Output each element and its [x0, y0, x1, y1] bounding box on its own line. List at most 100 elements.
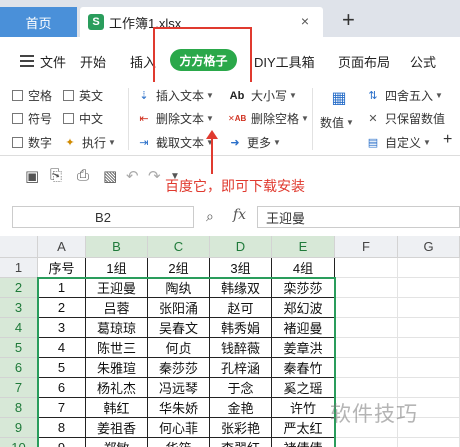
- table-cell[interactable]: 8: [38, 418, 86, 438]
- header-cell[interactable]: [398, 258, 460, 278]
- table-cell[interactable]: 葛琼琼: [86, 318, 148, 338]
- table-cell[interactable]: 严太红: [272, 418, 335, 438]
- table-cell[interactable]: 姜章洪: [272, 338, 335, 358]
- more-button[interactable]: ➜ 更多 ▼: [228, 134, 281, 151]
- checkbox-english[interactable]: 英文: [63, 87, 103, 104]
- table-cell[interactable]: 秦莎莎: [148, 358, 210, 378]
- header-cell[interactable]: 1组: [86, 258, 148, 278]
- undo-icon[interactable]: ↶: [126, 167, 139, 185]
- row-header-1[interactable]: 1: [0, 258, 38, 278]
- table-cell[interactable]: [398, 358, 460, 378]
- save-icon[interactable]: ▣: [25, 167, 39, 185]
- column-header-a[interactable]: A: [38, 236, 86, 258]
- table-cell[interactable]: 赵可: [210, 298, 272, 318]
- menu-start[interactable]: 开始: [80, 52, 106, 71]
- checkbox-chinese[interactable]: 中文: [63, 110, 103, 127]
- row-header-7[interactable]: 7: [0, 378, 38, 398]
- table-cell[interactable]: 9: [38, 438, 86, 447]
- table-cell[interactable]: 钱醉薇: [210, 338, 272, 358]
- table-cell[interactable]: 杨礼杰: [86, 378, 148, 398]
- table-cell[interactable]: 陶纨: [148, 278, 210, 298]
- table-cell[interactable]: 栾莎莎: [272, 278, 335, 298]
- header-cell[interactable]: 3组: [210, 258, 272, 278]
- round-button[interactable]: ⇅ 四舍五入 ▼: [366, 87, 443, 104]
- row-header-8[interactable]: 8: [0, 398, 38, 418]
- menu-icon[interactable]: [20, 55, 34, 70]
- table-cell[interactable]: 秦春竹: [272, 358, 335, 378]
- menu-file[interactable]: 文件: [40, 52, 66, 71]
- table-cell[interactable]: 吴春文: [148, 318, 210, 338]
- table-cell[interactable]: 金艳: [210, 398, 272, 418]
- case-button[interactable]: Ab 大小写 ▼: [228, 87, 297, 104]
- table-cell[interactable]: 4: [38, 338, 86, 358]
- row-header-9[interactable]: 9: [0, 418, 38, 438]
- table-cell[interactable]: 张阳涌: [148, 298, 210, 318]
- column-header-c[interactable]: C: [148, 236, 210, 258]
- formula-input[interactable]: 王迎曼: [257, 206, 460, 228]
- header-cell[interactable]: 4组: [272, 258, 335, 278]
- table-cell[interactable]: [398, 438, 460, 447]
- table-cell[interactable]: 5: [38, 358, 86, 378]
- table-cell[interactable]: 华筠: [148, 438, 210, 447]
- table-cell[interactable]: [398, 378, 460, 398]
- table-cell[interactable]: 孔梓涵: [210, 358, 272, 378]
- row-header-4[interactable]: 4: [0, 318, 38, 338]
- table-cell[interactable]: 郑敏: [86, 438, 148, 447]
- name-box[interactable]: B2: [12, 206, 194, 228]
- zoom-icon[interactable]: ⌕: [206, 208, 214, 225]
- table-cell[interactable]: [398, 318, 460, 338]
- table-cell[interactable]: 许竹: [272, 398, 335, 418]
- table-cell[interactable]: [335, 278, 398, 298]
- delete-space-button[interactable]: ✕AB 删除空格 ▼: [228, 110, 309, 127]
- column-header-b[interactable]: B: [86, 236, 148, 258]
- fx-icon[interactable]: fx: [233, 207, 246, 223]
- custom-button[interactable]: ▤ 自定义 ▼: [366, 134, 431, 151]
- table-cell[interactable]: 姜祖香: [86, 418, 148, 438]
- column-header-g[interactable]: G: [398, 236, 460, 258]
- table-cell[interactable]: 韩红: [86, 398, 148, 418]
- table-cell[interactable]: 吕蓉: [86, 298, 148, 318]
- checkbox-symbol[interactable]: 符号: [12, 110, 52, 127]
- row-header-2[interactable]: 2: [0, 278, 38, 298]
- table-cell[interactable]: 王迎曼: [86, 278, 148, 298]
- delete-text-button[interactable]: ⇤ 删除文本 ▼: [137, 110, 214, 127]
- checkbox-number[interactable]: 数字: [12, 134, 52, 151]
- numeric-button[interactable]: 数值 ▼: [320, 114, 354, 131]
- keep-value-button[interactable]: ✕ 只保留数值: [366, 110, 445, 127]
- new-tab-button[interactable]: +: [342, 9, 355, 31]
- table-cell[interactable]: [398, 278, 460, 298]
- menu-formula[interactable]: 公式: [410, 52, 436, 71]
- table-cell[interactable]: 褚倩倩: [272, 438, 335, 447]
- table-cell[interactable]: 华朱娇: [148, 398, 210, 418]
- table-cell[interactable]: 朱雅瑄: [86, 358, 148, 378]
- table-cell[interactable]: [335, 318, 398, 338]
- header-cell[interactable]: 序号: [38, 258, 86, 278]
- table-cell[interactable]: [335, 338, 398, 358]
- column-header-e[interactable]: E: [272, 236, 335, 258]
- tab-home[interactable]: 首页: [0, 7, 77, 37]
- extract-text-button[interactable]: ⇥ 截取文本 ▼: [137, 134, 214, 151]
- row-header-3[interactable]: 3: [0, 298, 38, 318]
- row-header-6[interactable]: 6: [0, 358, 38, 378]
- table-cell[interactable]: [398, 298, 460, 318]
- close-tab-icon[interactable]: ×: [301, 13, 309, 29]
- table-cell[interactable]: 何心菲: [148, 418, 210, 438]
- execute-button[interactable]: ✦ 执行 ▼: [63, 134, 116, 151]
- table-cell[interactable]: 郑幻波: [272, 298, 335, 318]
- row-header-5[interactable]: 5: [0, 338, 38, 358]
- table-cell[interactable]: 陈世三: [86, 338, 148, 358]
- table-cell[interactable]: 冯远琴: [148, 378, 210, 398]
- table-cell[interactable]: 李翠红: [210, 438, 272, 447]
- table-cell[interactable]: 1: [38, 278, 86, 298]
- table-cell[interactable]: 3: [38, 318, 86, 338]
- select-all-corner[interactable]: [0, 236, 38, 258]
- table-cell[interactable]: 奚之瑶: [272, 378, 335, 398]
- menu-diy-toolbox[interactable]: DIY工具箱: [254, 52, 315, 71]
- checkbox-space[interactable]: 空格: [12, 87, 52, 104]
- menu-page-layout[interactable]: 页面布局: [338, 52, 390, 71]
- table-cell[interactable]: 于念: [210, 378, 272, 398]
- column-header-f[interactable]: F: [335, 236, 398, 258]
- table-cell[interactable]: 韩缘双: [210, 278, 272, 298]
- table-cell[interactable]: 韩秀娟: [210, 318, 272, 338]
- column-header-d[interactable]: D: [210, 236, 272, 258]
